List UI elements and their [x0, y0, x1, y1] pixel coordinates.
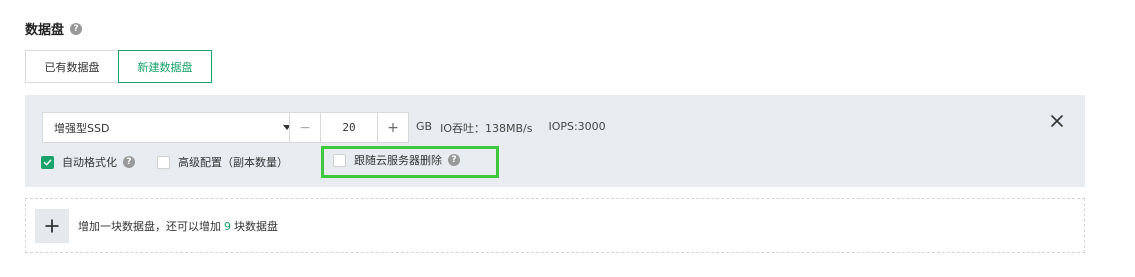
tab-new-disk[interactable]: 新建数据盘 [118, 50, 212, 83]
data-disk-section-title: 数据盘 ? [25, 19, 83, 38]
size-unit: GB [416, 120, 433, 133]
auto-format-label: 自动格式化 [62, 156, 117, 169]
add-disk-button[interactable] [35, 208, 69, 243]
add-disk-row: 增加一块数据盘，还可以增加 9 块数据盘 [25, 198, 1085, 253]
decrease-button[interactable]: − [289, 112, 321, 143]
disk-options: 自动格式化 ? 高级配置（副本数量） [41, 152, 310, 172]
disk-type-select[interactable]: 增强型SSD [42, 112, 306, 143]
auto-format-option[interactable]: 自动格式化 ? [41, 154, 135, 170]
plus-icon [45, 219, 59, 232]
add-prefix: 增加一块数据盘，还可以增加 [78, 219, 221, 233]
advanced-config-label: 高级配置（副本数量） [178, 156, 288, 169]
advanced-config-option[interactable]: 高级配置（副本数量） [157, 154, 288, 170]
remaining-count: 9 [224, 219, 231, 233]
iops-value: IOPS:3000 [548, 120, 606, 133]
help-icon[interactable]: ? [123, 156, 135, 168]
add-suffix: 块数据盘 [234, 219, 278, 233]
advanced-config-checkbox[interactable] [157, 155, 170, 169]
disk-tabs: 已有数据盘 新建数据盘 [25, 50, 212, 83]
follow-delete-checkbox[interactable] [333, 153, 346, 167]
io-throughput: IO吞吐：138MB/s [440, 122, 533, 135]
disk-specs: GB IO吞吐：138MB/s IOPS:3000 [416, 120, 606, 136]
disk-size-input[interactable]: 20 [321, 112, 377, 143]
help-icon[interactable]: ? [70, 22, 83, 35]
disk-config-panel: 增强型SSD − 20 + GB IO吞吐：138MB/s IOPS:3000 … [25, 95, 1085, 187]
disk-size-stepper: − 20 + [289, 112, 409, 143]
close-icon[interactable] [1049, 113, 1065, 129]
disk-type-value: 增强型SSD [54, 121, 110, 135]
auto-format-checkbox[interactable] [41, 155, 54, 169]
section-title-text: 数据盘 [25, 23, 65, 38]
follow-delete-label: 跟随云服务器删除 [354, 154, 442, 167]
follow-delete-option[interactable]: 跟随云服务器删除 ? [333, 152, 460, 168]
increase-button[interactable]: + [377, 112, 409, 143]
help-icon[interactable]: ? [448, 154, 460, 166]
tab-existing-disk[interactable]: 已有数据盘 [25, 50, 118, 83]
add-disk-text: 增加一块数据盘，还可以增加 9 块数据盘 [78, 218, 278, 234]
